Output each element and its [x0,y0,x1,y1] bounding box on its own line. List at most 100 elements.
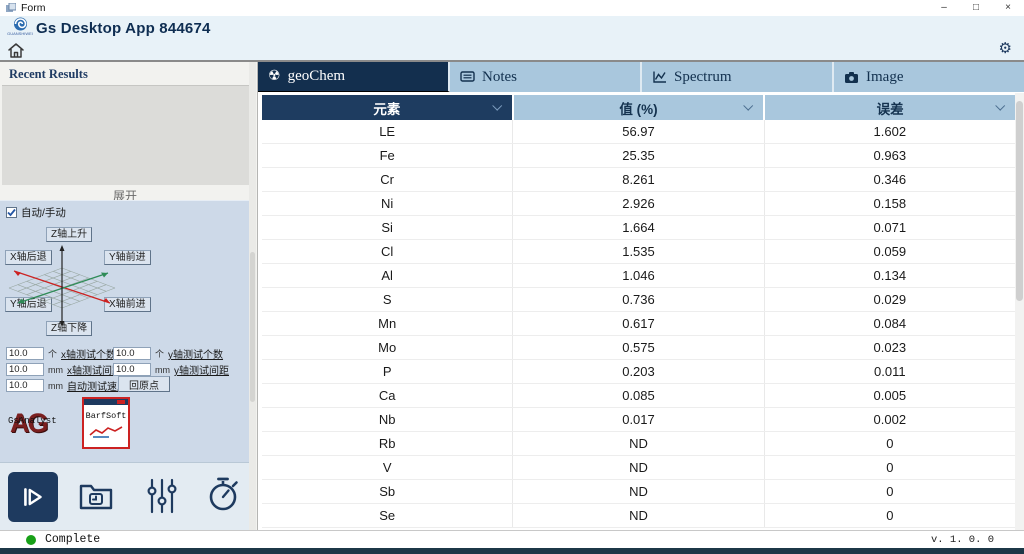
tab-image-label: Image [866,69,903,86]
cell-value: 1.535 [512,240,763,263]
spectrum-icon [652,70,667,84]
cell-value: ND [512,480,763,503]
motion-control-panel: 自动/手动 Z轴上升 X轴后退 Y轴前进 Y轴后退 X轴前进 Z轴下降 [0,200,250,462]
app-window: Form – □ × GUANSHIWEI Gs Desktop App 844… [0,0,1024,554]
maximize-button[interactable]: □ [960,0,992,16]
test-param-input[interactable] [113,347,151,360]
cell-error: 0.158 [764,192,1015,215]
cell-element: P [262,360,512,383]
table-row[interactable]: Al 1.046 0.134 [262,264,1015,288]
cell-value: ND [512,456,763,479]
table-row[interactable]: Sb ND 0 [262,480,1015,504]
test-param-input[interactable] [6,379,44,392]
tab-notes-label: Notes [482,69,517,86]
cell-error: 0.059 [764,240,1015,263]
chevron-down-icon[interactable] [492,101,502,111]
table-row[interactable]: Mn 0.617 0.084 [262,312,1015,336]
content-area: ☢ geoChem Notes Spectrum [258,62,1024,530]
tab-image[interactable]: Image [834,62,1024,92]
cell-error: 1.602 [764,120,1015,143]
cell-element: Fe [262,144,512,167]
test-param-input[interactable] [6,347,44,360]
test-param-link[interactable]: x轴测试个数 [61,346,116,361]
test-param-unit: 个 [48,347,57,360]
home-icon [7,42,25,59]
table-row[interactable]: V ND 0 [262,456,1015,480]
tab-geochem[interactable]: ☢ geoChem [258,62,450,92]
chevron-down-icon[interactable] [744,101,754,111]
sidebar-scrollbar[interactable] [249,62,256,530]
chevron-down-icon[interactable] [995,101,1005,111]
tab-geochem-label: geoChem [288,68,346,85]
table-row[interactable]: LE 56.97 1.602 [262,120,1015,144]
table-scrollbar-thumb[interactable] [1016,101,1023,301]
checkbox-checked-icon[interactable] [6,207,17,218]
brand-logo-text: GUANSHIWEI [7,32,33,36]
cell-value: 8.261 [512,168,763,191]
column-header-error[interactable]: 误差 [765,95,1015,120]
test-param-row: mm y轴测试间距 [113,362,229,377]
table-row[interactable]: Ni 2.926 0.158 [262,192,1015,216]
recent-results-list[interactable] [2,85,249,185]
tab-spectrum-label: Spectrum [674,69,732,86]
start-test-button[interactable] [8,472,58,522]
cell-element: Ni [262,192,512,215]
window-titlebar: Form – □ × [0,0,1024,16]
cell-value: 2.926 [512,192,763,215]
timer-button[interactable] [208,475,240,513]
cell-element: Ca [262,384,512,407]
window-icon [6,3,16,13]
sidebar: Recent Results 展开 自动/手动 Z轴上升 X轴后退 Y轴前进 Y… [0,62,258,530]
cell-value: 25.35 [512,144,763,167]
stopwatch-icon [208,475,240,513]
minimize-button[interactable]: – [928,0,960,16]
z-axis-up-button[interactable]: Z轴上升 [46,227,92,242]
camera-icon [844,71,859,84]
version-label: v. 1. 0. 0 [931,534,994,546]
table-scrollbar[interactable] [1015,93,1024,530]
column-header-element[interactable]: 元素 [262,95,512,120]
radiation-icon: ☢ [268,70,281,84]
cell-element: Nb [262,408,512,431]
return-origin-button[interactable]: 回原点 [118,376,170,392]
tab-notes[interactable]: Notes [450,62,642,92]
settings-sliders-button[interactable] [147,478,177,514]
table-row[interactable]: Ca 0.085 0.005 [262,384,1015,408]
home-button[interactable] [7,42,25,59]
app-header: GUANSHIWEI Gs Desktop App 844674 ⚙ [0,16,1024,62]
table-row[interactable]: Cr 8.261 0.346 [262,168,1015,192]
column-header-value[interactable]: 值 (%) [514,95,764,120]
table-row[interactable]: Nb 0.017 0.002 [262,408,1015,432]
table-row[interactable]: S 0.736 0.029 [262,288,1015,312]
cell-element: Sb [262,480,512,503]
cell-error: 0.005 [764,384,1015,407]
cell-value: 0.736 [512,288,763,311]
cell-value: 1.664 [512,216,763,239]
table-row[interactable]: P 0.203 0.011 [262,360,1015,384]
close-button[interactable]: × [992,0,1024,16]
test-param-link[interactable]: y轴测试间距 [174,362,229,377]
table-row[interactable]: Si 1.664 0.071 [262,216,1015,240]
sidebar-scrollbar-thumb[interactable] [250,252,255,402]
barfsoft-logo-caption: BarfSoft [84,411,128,421]
results-folder-button[interactable] [78,480,114,512]
table-row[interactable]: Se ND 0 [262,504,1015,528]
test-param-input[interactable] [113,363,151,376]
test-param-link[interactable]: y轴测试个数 [168,346,223,361]
table-row[interactable]: Fe 25.35 0.963 [262,144,1015,168]
table-row[interactable]: Rb ND 0 [262,432,1015,456]
cell-error: 0 [764,432,1015,455]
table-row[interactable]: Mo 0.575 0.023 [262,336,1015,360]
table-row[interactable]: Cl 1.535 0.059 [262,240,1015,264]
cell-error: 0 [764,480,1015,503]
settings-button[interactable]: ⚙ [999,40,1012,58]
column-header-value-label: 值 (%) [619,98,657,118]
tab-spectrum[interactable]: Spectrum [642,62,834,92]
auto-manual-checkbox-row[interactable]: 自动/手动 [6,205,66,220]
status-text: Complete [45,533,100,546]
play-icon [20,484,46,510]
cell-error: 0.023 [764,336,1015,359]
table-header: 元素 值 (%) 误差 [262,95,1015,120]
test-param-input[interactable] [6,363,44,376]
recent-results-title: Recent Results [9,67,88,82]
